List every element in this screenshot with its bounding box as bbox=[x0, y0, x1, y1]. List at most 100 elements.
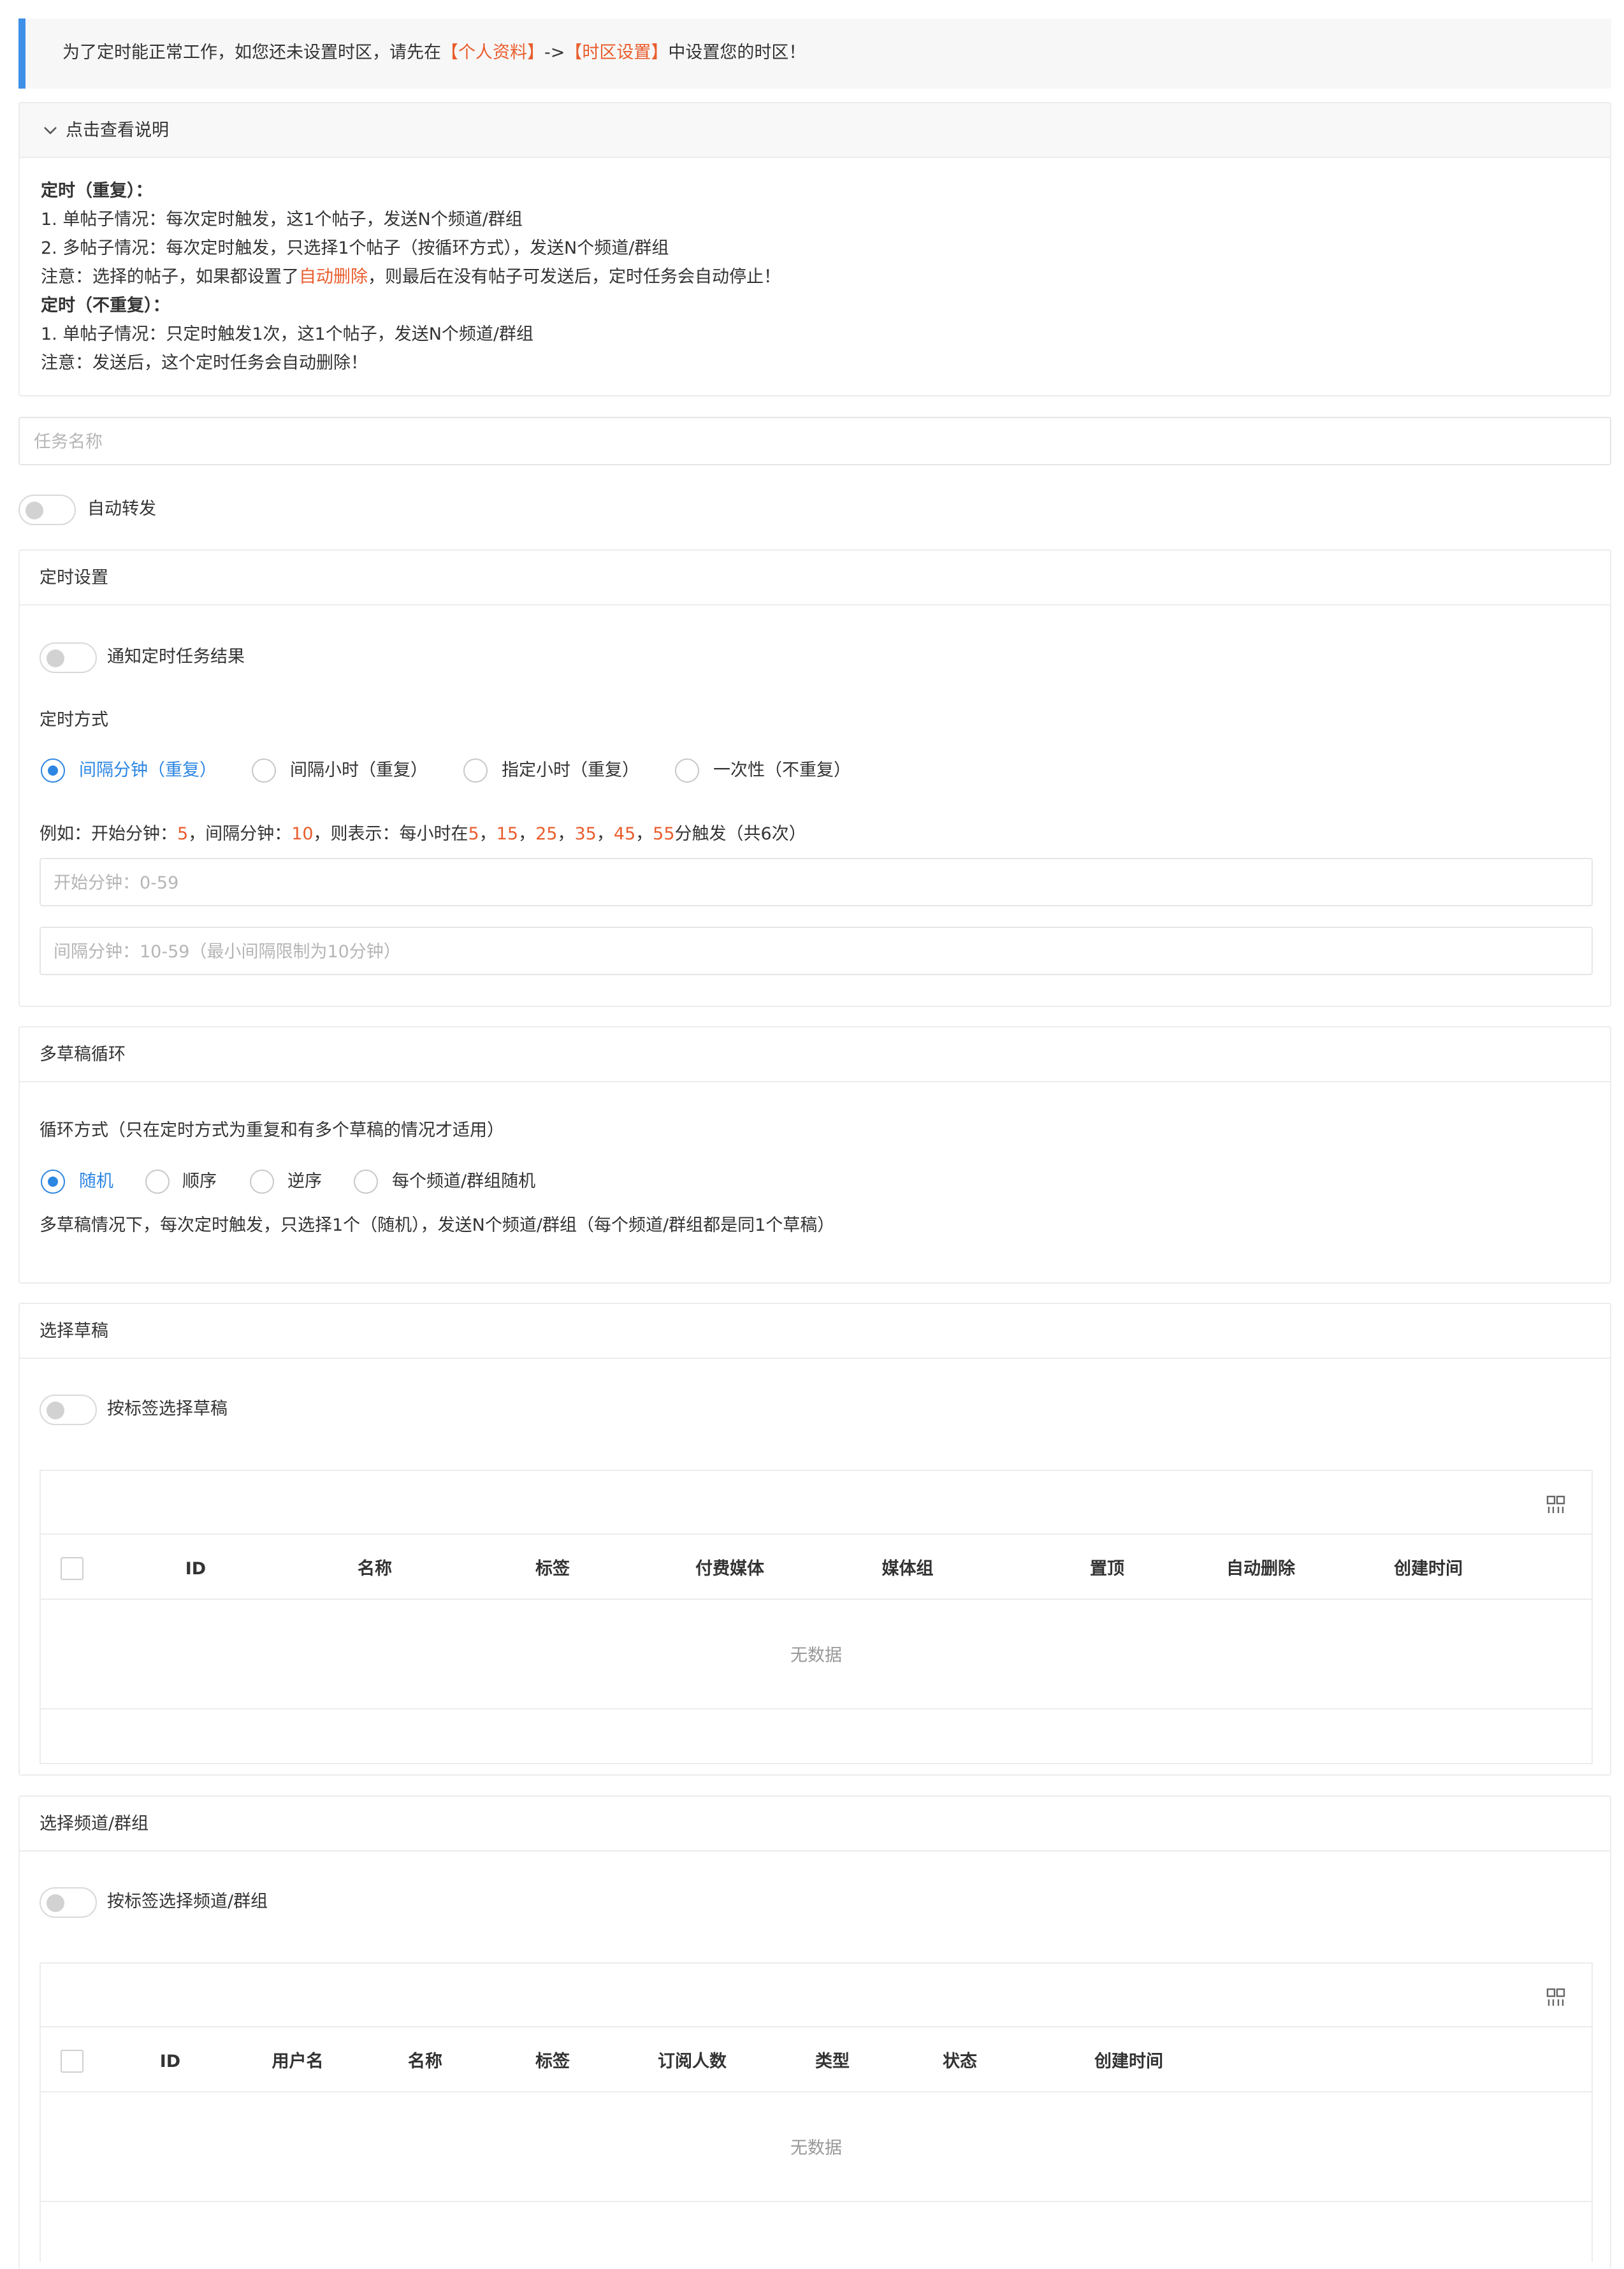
radio-one-time[interactable] bbox=[675, 758, 699, 783]
example-minute: 5 bbox=[468, 824, 479, 844]
example-minute: 15 bbox=[496, 824, 519, 844]
channels-table: ID 用户名 名称 标签 订阅人数 类型 状态 创建时间 无数据 bbox=[40, 1962, 1593, 2262]
notify-result-switch[interactable] bbox=[40, 642, 97, 673]
help-line-4-highlight: 自动删除 bbox=[299, 267, 368, 287]
drafts-title: 选择草稿 bbox=[40, 1321, 108, 1341]
col-header-label: 名称 bbox=[408, 2052, 442, 2071]
switch-knob bbox=[47, 1894, 64, 1912]
radio-label-specific-hours[interactable]: 指定小时（重复） bbox=[502, 760, 639, 781]
drafts-table: ID 名称 标签 付费媒体 媒体组 置顶 自动删除 创建时间 无数据 bbox=[40, 1470, 1593, 1764]
radio-interval-hours[interactable] bbox=[252, 758, 276, 783]
channels-title: 选择频道/群组 bbox=[40, 1814, 149, 1834]
example-sep: ， bbox=[518, 824, 536, 844]
example-part: ，则表示：每小时在 bbox=[313, 824, 468, 844]
schedule-mode-label: 定时方式 bbox=[40, 710, 108, 730]
loop-title: 多草稿循环 bbox=[40, 1045, 126, 1064]
col-header-label: 状态 bbox=[943, 2052, 977, 2071]
timezone-link[interactable]: 【时区设置】 bbox=[565, 43, 668, 62]
radio-loop-random[interactable] bbox=[41, 1170, 65, 1194]
col-header-label: 自动删除 bbox=[1226, 1559, 1295, 1579]
example-sep: ， bbox=[635, 824, 653, 844]
schedule-panel: 定时设置 通知定时任务结果 定时方式 间隔分钟（重复） 间隔小时（重复） 指定小… bbox=[18, 549, 1611, 1007]
example-value: 5 bbox=[177, 824, 189, 844]
radio-specific-hours[interactable] bbox=[463, 758, 488, 783]
col-header-label: 创建时间 bbox=[1094, 2052, 1163, 2071]
radio-label-loop-per-channel-random[interactable]: 每个频道/群组随机 bbox=[392, 1171, 535, 1192]
start-minute-placeholder: 开始分钟：0-59 bbox=[54, 873, 179, 893]
radio-loop-per-channel-random[interactable] bbox=[354, 1170, 378, 1194]
drafts-panel-header: 选择草稿 bbox=[20, 1304, 1610, 1359]
task-name-placeholder: 任务名称 bbox=[34, 432, 103, 452]
radio-loop-reverse[interactable] bbox=[250, 1170, 274, 1194]
task-name-input[interactable]: 任务名称 bbox=[18, 417, 1611, 465]
select-all-checkbox[interactable] bbox=[61, 1557, 83, 1580]
example-part: 分触发（共6次） bbox=[674, 824, 806, 844]
col-header-label: 标签 bbox=[535, 1559, 570, 1579]
help-line-5: 定时（不重复）： bbox=[41, 296, 170, 315]
radio-interval-minutes[interactable] bbox=[41, 758, 65, 783]
drafts-panel: 选择草稿 按标签选择草稿 ID 名称 标签 付费媒体 媒体组 置顶 自动删除 创… bbox=[18, 1303, 1611, 1776]
help-line-7: 注意：发送后，这个定时任务会自动删除！ bbox=[41, 353, 368, 373]
col-header-label: 标签 bbox=[535, 2052, 570, 2071]
column-settings-icon[interactable] bbox=[1546, 1988, 1565, 2007]
channels-panel: 选择频道/群组 按标签选择频道/群组 ID 用户名 名称 标签 订阅人数 类型 … bbox=[18, 1795, 1611, 2269]
col-header-label: 类型 bbox=[815, 2052, 850, 2071]
drafts-empty-text: 无数据 bbox=[790, 1646, 842, 1665]
example-minute: 55 bbox=[653, 824, 675, 844]
row-divider bbox=[41, 1598, 1591, 1600]
switch-knob bbox=[47, 1402, 64, 1419]
radio-loop-sequential[interactable] bbox=[145, 1170, 170, 1194]
help-line-4-post: ，则最后在没有帖子可发送后，定时任务会自动停止！ bbox=[368, 267, 781, 287]
notice-arrow: -> bbox=[544, 43, 565, 62]
radio-label-loop-sequential[interactable]: 顺序 bbox=[182, 1171, 217, 1192]
channels-tag-switch[interactable] bbox=[40, 1887, 97, 1918]
notice-text: 为了定时能正常工作，如您还未设置时区，请先在【个人资料】->【时区设置】中设置您… bbox=[62, 43, 806, 63]
loop-panel: 多草稿循环 循环方式（只在定时方式为重复和有多个草稿的情况才适用） 随机 顺序 … bbox=[18, 1026, 1611, 1284]
example-minute: 35 bbox=[574, 824, 597, 844]
interval-minute-input[interactable]: 间隔分钟：10-59（最小间隔限制为10分钟） bbox=[40, 927, 1593, 975]
chevron-down-icon bbox=[41, 121, 59, 139]
help-collapse-header[interactable]: 点击查看说明 bbox=[20, 103, 1610, 158]
interval-minute-placeholder: 间隔分钟：10-59（最小间隔限制为10分钟） bbox=[54, 942, 401, 962]
loop-panel-header: 多草稿循环 bbox=[20, 1027, 1610, 1082]
select-all-checkbox[interactable] bbox=[61, 2050, 83, 2073]
example-part: ，间隔分钟： bbox=[188, 824, 292, 844]
help-collapse: 点击查看说明 定时（重复）： 1. 单帖子情况：每次定时触发，这1个帖子，发送N… bbox=[18, 102, 1611, 396]
drafts-tag-label: 按标签选择草稿 bbox=[107, 1399, 228, 1419]
radio-label-loop-reverse[interactable]: 逆序 bbox=[287, 1171, 322, 1192]
drafts-tag-switch[interactable] bbox=[40, 1395, 97, 1425]
start-minute-input[interactable]: 开始分钟：0-59 bbox=[40, 858, 1593, 906]
col-header-label: 媒体组 bbox=[881, 1559, 934, 1579]
help-line-6: 1. 单帖子情况：只定时触发1次，这1个帖子，发送N个频道/群组 bbox=[41, 324, 533, 344]
col-header-label: 订阅人数 bbox=[658, 2052, 727, 2071]
help-line-2: 1. 单帖子情况：每次定时触发，这1个帖子，发送N个频道/群组 bbox=[41, 210, 523, 229]
channels-panel-header: 选择频道/群组 bbox=[20, 1797, 1610, 1852]
channels-empty-text: 无数据 bbox=[790, 2138, 842, 2158]
example-part: 例如：开始分钟： bbox=[40, 824, 177, 844]
col-header-label: 创建时间 bbox=[1394, 1559, 1463, 1579]
col-header-label: 用户名 bbox=[272, 2052, 324, 2071]
help-line-1: 定时（重复）： bbox=[41, 181, 153, 201]
col-header-label: ID bbox=[185, 1559, 207, 1579]
radio-label-one-time[interactable]: 一次性（不重复） bbox=[713, 760, 851, 781]
example-sep: ， bbox=[557, 824, 575, 844]
schedule-panel-header: 定时设置 bbox=[20, 551, 1610, 605]
radio-label-interval-minutes[interactable]: 间隔分钟（重复） bbox=[79, 760, 217, 781]
notify-result-label: 通知定时任务结果 bbox=[107, 647, 245, 667]
switch-knob bbox=[47, 649, 64, 667]
col-header-label: 置顶 bbox=[1090, 1559, 1124, 1579]
row-divider bbox=[41, 2201, 1591, 2202]
schedule-example: 例如：开始分钟：5，间隔分钟：10，则表示：每小时在5，15，25，35，45，… bbox=[40, 824, 806, 845]
auto-forward-switch[interactable] bbox=[18, 495, 76, 525]
radio-label-loop-random[interactable]: 随机 bbox=[79, 1171, 113, 1192]
column-settings-icon[interactable] bbox=[1546, 1495, 1565, 1514]
channels-tag-label: 按标签选择频道/群组 bbox=[107, 1892, 268, 1911]
loop-mode-label: 循环方式（只在定时方式为重复和有多个草稿的情况才适用） bbox=[40, 1120, 504, 1140]
help-line-4: 注意：选择的帖子，如果都设置了自动删除，则最后在没有帖子可发送后，定时任务会自动… bbox=[41, 267, 781, 287]
loop-description: 多草稿情况下，每次定时触发，只选择1个（随机），发送N个频道/群组（每个频道/群… bbox=[40, 1215, 835, 1235]
radio-label-interval-hours[interactable]: 间隔小时（重复） bbox=[290, 760, 428, 781]
row-divider bbox=[41, 1533, 1591, 1535]
notice-post: 中设置您的时区！ bbox=[668, 43, 806, 62]
row-divider bbox=[41, 2091, 1591, 2092]
profile-link[interactable]: 【个人资料】 bbox=[441, 43, 544, 62]
